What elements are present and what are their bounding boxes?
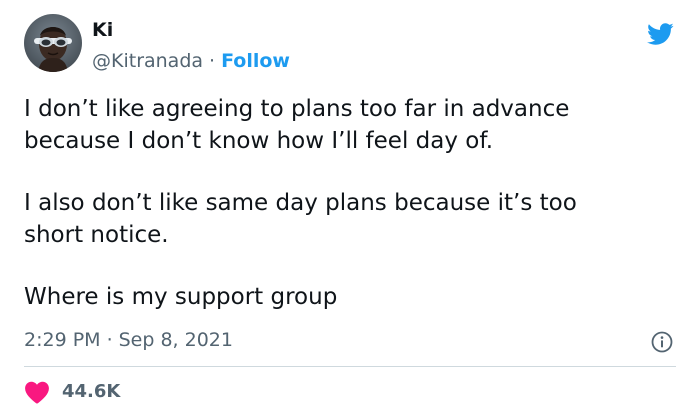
handle-separator: · — [209, 50, 216, 72]
info-icon[interactable] — [650, 330, 674, 354]
like-count: 44.6K — [62, 381, 121, 402]
avatar-photo — [34, 27, 72, 72]
author-handle[interactable]: @Kitranada — [92, 50, 203, 72]
like-button[interactable]: 44.6K — [24, 378, 120, 406]
tweet-paragraph: Where is my support group — [24, 284, 338, 310]
tweet-card: Ki @Kitranada · Follow I don’t like agreei… — [0, 0, 700, 419]
follow-button[interactable]: Follow — [221, 50, 290, 72]
tweet-timestamp[interactable]: 2:29 PM · Sep 8, 2021 — [24, 327, 233, 353]
avatar[interactable] — [24, 14, 82, 72]
divider — [24, 366, 676, 367]
timestamp-separator: · — [106, 329, 113, 351]
author-display-name[interactable]: Ki — [92, 18, 113, 42]
tweet-paragraph: I don’t like agreeing to plans too far i… — [24, 96, 570, 154]
tweet-paragraph: I also don’t like same day plans because… — [24, 190, 577, 248]
heart-icon — [25, 381, 49, 404]
tweet-time: 2:29 PM — [24, 329, 101, 351]
tweet-text: I don’t like agreeing to plans too far i… — [24, 93, 676, 313]
tweet-date: Sep 8, 2021 — [118, 329, 233, 351]
author-handle-row: @Kitranada · Follow — [92, 49, 290, 73]
twitter-bird-icon[interactable] — [643, 20, 677, 48]
